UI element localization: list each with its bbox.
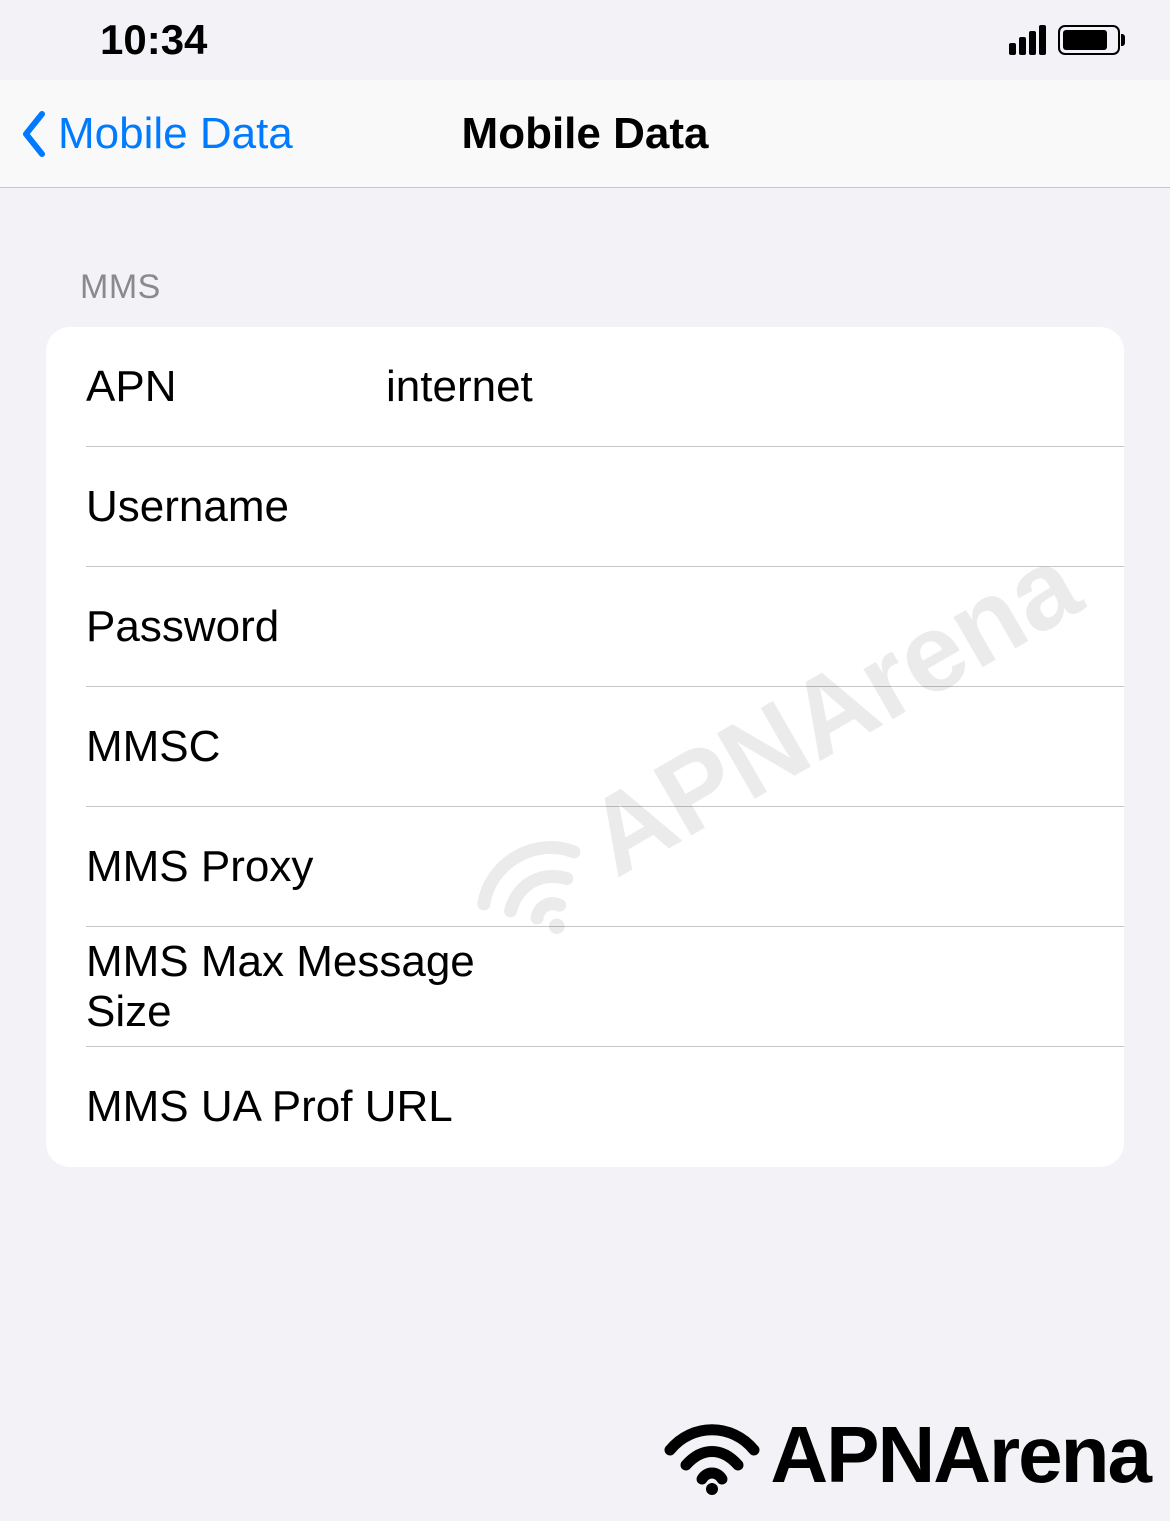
username-input[interactable] [386,482,1124,532]
page-title: Mobile Data [462,109,709,159]
mms-proxy-input[interactable] [386,842,1124,892]
mmsc-label: MMSC [86,722,386,772]
mms-ua-prof-input[interactable] [453,1082,1124,1132]
status-time: 10:34 [100,16,207,64]
back-label: Mobile Data [58,109,293,159]
mmsc-row[interactable]: MMSC [46,687,1124,807]
mms-max-size-row[interactable]: MMS Max Message Size [46,927,1124,1047]
apn-row[interactable]: APN [46,327,1124,447]
password-label: Password [86,602,386,652]
mms-proxy-row[interactable]: MMS Proxy [46,807,1124,927]
password-input[interactable] [386,602,1124,652]
mms-proxy-label: MMS Proxy [86,842,386,892]
section-header-mms: MMS [80,268,1124,307]
back-button[interactable]: Mobile Data [20,109,293,159]
mms-ua-prof-label: MMS UA Prof URL [86,1082,453,1132]
mms-ua-prof-row[interactable]: MMS UA Prof URL [46,1047,1124,1167]
apn-input[interactable] [386,362,1124,412]
status-bar: 10:34 [0,0,1170,80]
navigation-bar: Mobile Data Mobile Data [0,80,1170,188]
battery-icon [1058,25,1120,55]
settings-group-mms: APN Username Password MMSC MMS Proxy MMS… [46,327,1124,1167]
password-row[interactable]: Password [46,567,1124,687]
username-label: Username [86,482,386,532]
wifi-icon [662,1415,762,1495]
username-row[interactable]: Username [46,447,1124,567]
status-indicators [1009,25,1120,55]
content-area: MMS APN Username Password MMSC MMS Proxy… [0,188,1170,1167]
mms-max-size-label: MMS Max Message Size [86,937,509,1037]
apn-label: APN [86,362,386,412]
watermark-bottom: APNArena [662,1409,1150,1501]
mms-max-size-input[interactable] [509,962,1124,1012]
watermark-bottom-text: APNArena [770,1409,1150,1501]
cellular-signal-icon [1009,25,1046,55]
mmsc-input[interactable] [386,722,1124,772]
chevron-left-icon [20,110,48,158]
